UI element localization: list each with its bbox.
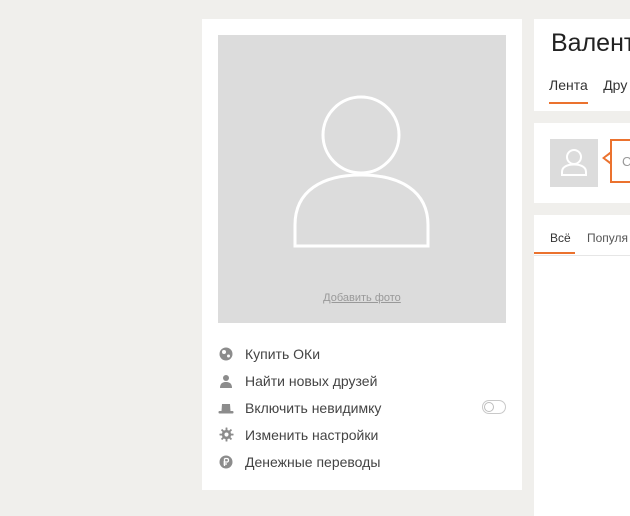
- post-input[interactable]: С: [610, 139, 630, 183]
- hat-icon: [218, 400, 234, 416]
- add-photo-link[interactable]: Добавить фото: [218, 292, 506, 304]
- menu-item-label: Изменить настройки: [245, 426, 379, 443]
- menu-item-label: Денежные переводы: [245, 453, 381, 470]
- sidebar-menu: Купить ОКи Найти новых друзей Включить н…: [218, 340, 506, 475]
- menu-item-label: Включить невидимку: [245, 399, 382, 416]
- person-icon: [218, 373, 234, 389]
- invisible-toggle[interactable]: [482, 400, 506, 414]
- feed-tabs: Всё Популя: [534, 215, 630, 256]
- feed-card: Всё Популя: [534, 215, 630, 516]
- menu-item-find-friends[interactable]: Найти новых друзей: [218, 367, 506, 394]
- tab-popular[interactable]: Популя: [587, 231, 628, 245]
- left-profile-card: Добавить фото Купить ОКи Найти новых дру…: [202, 19, 522, 490]
- profile-tabs: Лента Дру: [549, 77, 630, 104]
- tab-all[interactable]: Всё: [550, 231, 571, 245]
- menu-item-money-transfers[interactable]: Денежные переводы: [218, 448, 506, 475]
- profile-header-card: Валент Лента Дру: [534, 19, 630, 111]
- ok-coins-icon: [218, 346, 234, 362]
- menu-item-label: Найти новых друзей: [245, 372, 378, 389]
- menu-item-settings[interactable]: Изменить настройки: [218, 421, 506, 448]
- gear-icon: [218, 427, 234, 443]
- tab-feed[interactable]: Лента: [549, 77, 588, 104]
- menu-item-invisible[interactable]: Включить невидимку: [218, 394, 506, 421]
- profile-photo-placeholder[interactable]: Добавить фото: [218, 35, 506, 323]
- tab-friends[interactable]: Дру: [603, 77, 627, 102]
- menu-item-label: Купить ОКи: [245, 345, 321, 362]
- user-avatar-icon: [561, 149, 587, 176]
- user-silhouette-icon: [293, 95, 430, 248]
- profile-name: Валент: [551, 29, 630, 57]
- post-composer-card: С: [534, 123, 630, 203]
- menu-item-buy-oki[interactable]: Купить ОКи: [218, 340, 506, 367]
- avatar: [550, 139, 598, 187]
- active-tab-indicator: [534, 252, 575, 254]
- ruble-icon: [218, 454, 234, 470]
